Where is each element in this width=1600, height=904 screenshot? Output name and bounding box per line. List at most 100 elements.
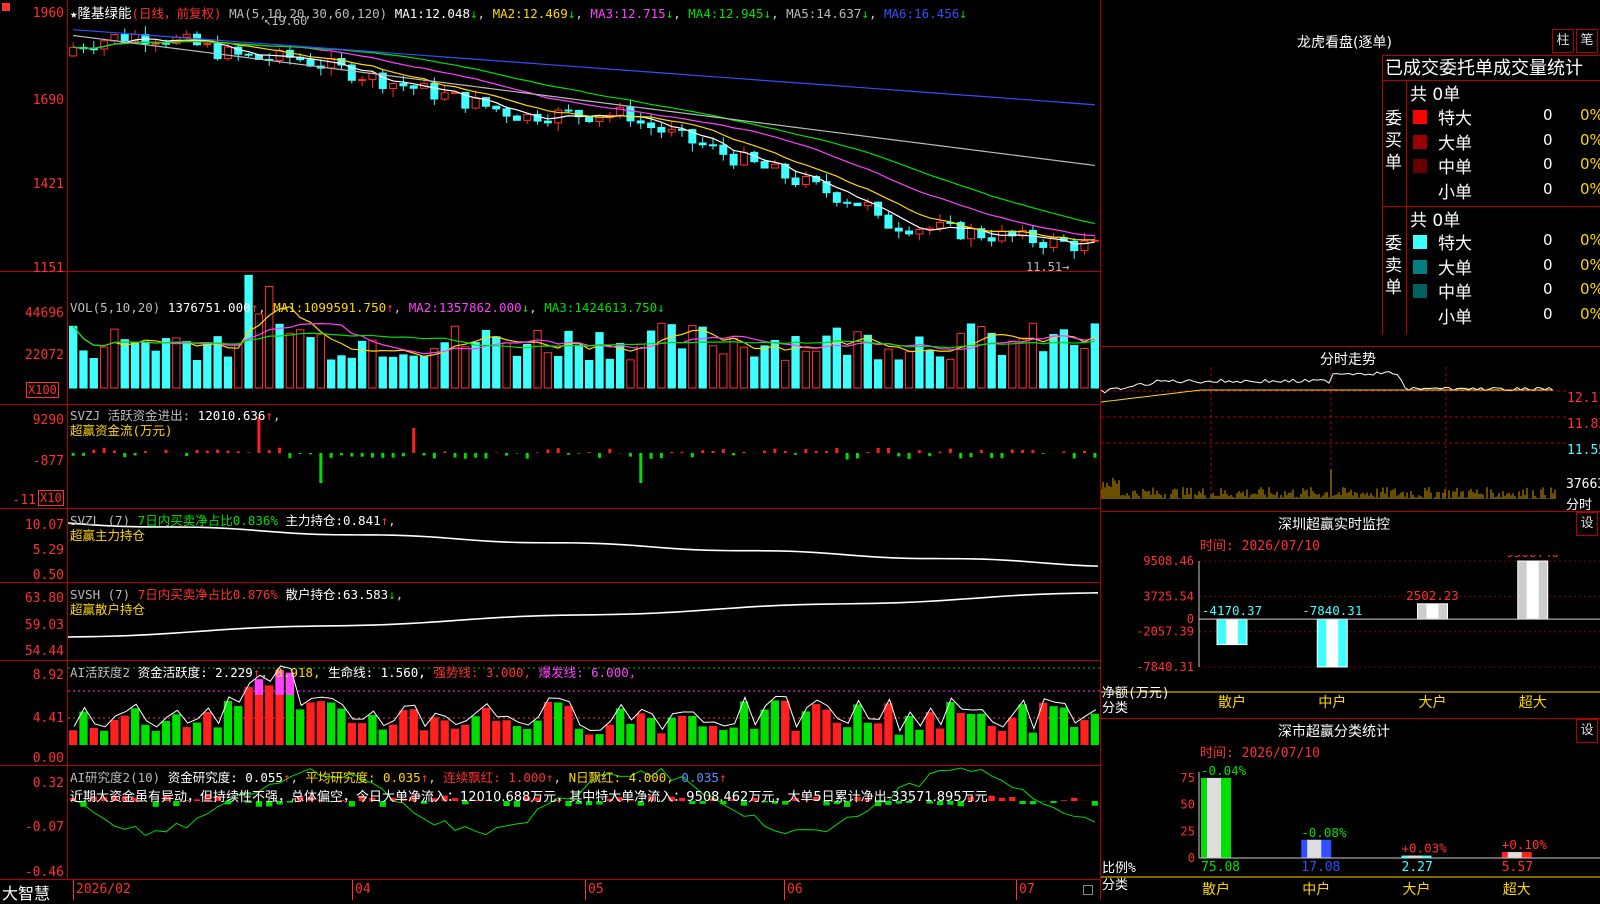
activity-bar — [368, 715, 376, 745]
fund-flow-bar — [381, 453, 384, 458]
lock-icon[interactable] — [1083, 885, 1093, 895]
volume-bar — [606, 359, 613, 388]
ma5-value: 14.637 — [816, 6, 861, 21]
ss-settings-button[interactable]: 设 — [1576, 719, 1598, 743]
fund-flow-bar — [784, 451, 787, 453]
tick-mode-button[interactable]: 笔 — [1576, 29, 1598, 53]
candle-body — [245, 54, 252, 55]
date-label: 05 — [588, 882, 604, 897]
candle-body — [328, 59, 335, 69]
ai-research-item5: 0.035 — [681, 770, 719, 785]
activity-bar — [647, 718, 655, 745]
activity-bar — [100, 731, 108, 745]
candle-body — [792, 178, 799, 185]
volume-bar — [792, 337, 799, 388]
ss-category-label: 中户 — [1302, 881, 1330, 898]
favorite-star-icon[interactable]: ★ — [70, 6, 78, 21]
fund-flow-bar — [72, 453, 75, 456]
volume-bar — [936, 357, 943, 388]
activity-bar — [430, 717, 438, 745]
fund-flow-bar — [825, 451, 828, 453]
volume-bar — [988, 333, 995, 388]
volume-bar — [616, 343, 623, 388]
ss-bar-highlight — [1307, 840, 1321, 858]
activity-bar — [595, 734, 603, 745]
volume-bar — [524, 344, 531, 388]
sz-y-tick: -7840.31 — [1136, 660, 1194, 674]
fund-flow-bar — [340, 453, 343, 455]
fund-flow-bar — [134, 453, 137, 455]
sz-category-label: 大户 — [1419, 694, 1447, 711]
candlestick-chart[interactable] — [68, 0, 1100, 271]
fund-flow-bar — [949, 449, 952, 453]
activity-bar — [172, 714, 180, 745]
fund-flow-bar — [237, 451, 240, 453]
activity-bar — [441, 720, 449, 745]
sz-net-flow-chart[interactable]: 9508.463725.540-2057.39-7840.31-4170.37散… — [1101, 555, 1600, 715]
intraday-tick: 12.11 — [1567, 391, 1600, 406]
fund-flow-bar — [794, 453, 797, 455]
ma4-arrow: ↓ — [764, 6, 772, 21]
fund-flow-bar — [773, 449, 776, 453]
activity-bar — [1091, 714, 1099, 745]
candle-body — [833, 193, 840, 203]
volume-bar — [627, 360, 634, 388]
candle-body — [359, 80, 366, 81]
volume-bar — [204, 343, 211, 388]
candle-body — [493, 106, 500, 109]
ss-category-title: 分类 — [1102, 874, 1128, 893]
sz-settings-button[interactable]: 设 — [1576, 512, 1598, 536]
sell-orders-label: 委卖单 — [1385, 233, 1405, 299]
volume-bar — [121, 340, 128, 388]
activity-bar — [389, 725, 397, 745]
fund-flow-bar — [897, 453, 900, 456]
activity-bar — [802, 711, 810, 745]
fund-flow-bar — [959, 453, 962, 458]
volume-bar — [348, 358, 355, 388]
ma1-value: 12.048 — [425, 6, 470, 21]
ss-bar-highlight — [1207, 778, 1221, 858]
fund-flow-bar — [1083, 451, 1086, 453]
fund-flow-bar — [1093, 453, 1096, 458]
candle-body — [771, 164, 778, 168]
candle-body — [224, 47, 231, 59]
stock-name[interactable]: 隆基绿能 — [78, 6, 132, 22]
fund-flow-bar — [474, 453, 477, 458]
candle-body — [1040, 243, 1047, 248]
volume-bar — [575, 345, 582, 388]
ma2-label: MA2: — [493, 6, 523, 21]
fund-flow-bar — [247, 452, 250, 453]
volume-bar — [183, 342, 190, 388]
volume-bar — [699, 327, 706, 388]
volume-bar — [874, 360, 881, 388]
activity-bar — [141, 725, 149, 745]
ai-research-comment: 近期大资金虽有异动，但持续性不强，总体偏空，今日大单净流入：12010.688万… — [70, 786, 1100, 805]
main-holding-value: 0.841 — [343, 513, 381, 528]
bar-mode-button[interactable]: 柱 — [1552, 29, 1574, 53]
fund-flow-bar — [866, 452, 869, 453]
ss-ratio-chart[interactable]: 7550250-0.04%75.08散户-0.08%17.08中户+0.03%2… — [1101, 760, 1600, 900]
intraday-chart[interactable] — [1101, 367, 1566, 509]
activity-bar — [874, 723, 882, 745]
volume-bar — [586, 360, 593, 388]
vol-ma1-label: MA1: — [273, 300, 303, 315]
vol-ma2-arrow: ↓ — [522, 300, 530, 315]
activity-bar — [306, 702, 314, 745]
fund-flow-bar — [484, 453, 487, 458]
volume-bar — [534, 330, 541, 388]
ai-activity-tick: 0.00 — [2, 751, 64, 766]
activity-bar — [1049, 706, 1057, 745]
period-label[interactable]: (日线，前复权) — [132, 6, 222, 21]
price-tick: 1421 — [2, 177, 64, 192]
activity-bar — [915, 730, 923, 745]
ss-change-label: -0.08% — [1301, 825, 1347, 840]
fund-flow-bar — [567, 453, 570, 455]
fund-flow-bar — [742, 452, 745, 453]
candle-body — [740, 152, 747, 165]
fund-flow-bar — [309, 453, 312, 454]
activity-bar — [152, 731, 160, 745]
volume-chart[interactable] — [68, 272, 1100, 404]
candle-body — [152, 43, 159, 44]
table-border — [1406, 80, 1407, 335]
activity-bar — [967, 714, 975, 745]
